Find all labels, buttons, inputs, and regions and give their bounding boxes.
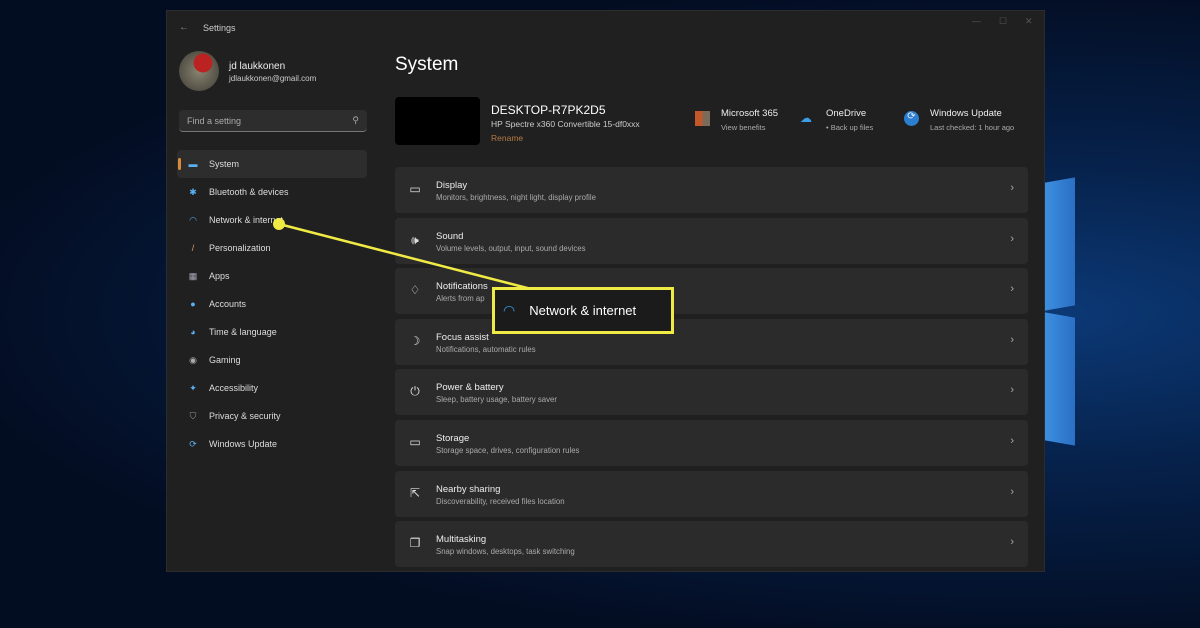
network-callout: ◠ Network & internet	[492, 287, 674, 334]
callout-dot	[273, 218, 285, 230]
wifi-icon: ◠	[503, 302, 516, 318]
callout-label: Network & internet	[529, 303, 637, 318]
